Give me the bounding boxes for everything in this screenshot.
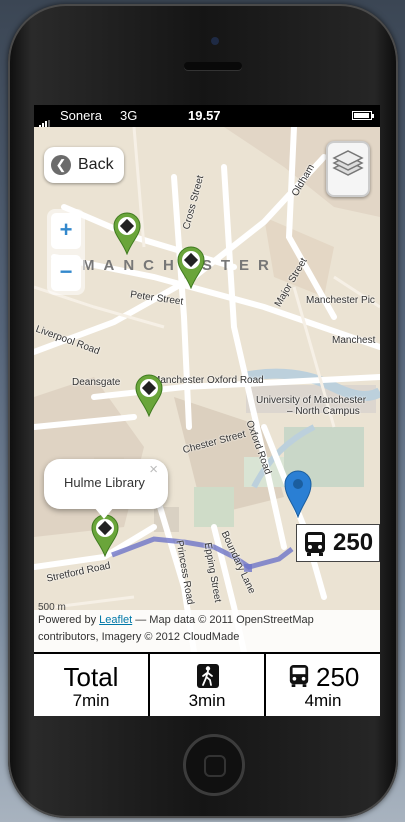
- earpiece-speaker: [184, 62, 242, 70]
- network-type: 3G: [120, 108, 138, 123]
- back-label: Back: [78, 156, 114, 173]
- home-square-icon: [204, 755, 226, 777]
- bus-stop-badge[interactable]: 250: [296, 524, 380, 562]
- zoom-out-button[interactable]: −: [51, 255, 81, 291]
- popup-title: Hulme Library: [64, 475, 145, 490]
- layers-button[interactable]: [326, 141, 370, 197]
- walk-cell[interactable]: 3min: [150, 654, 266, 716]
- location-pin-icon[interactable]: [284, 470, 312, 518]
- total-cell[interactable]: Total 7min: [34, 654, 150, 716]
- front-camera: [211, 37, 219, 45]
- total-time: 7min: [72, 691, 110, 710]
- bus-icon: [305, 532, 325, 556]
- battery-icon: [352, 111, 372, 120]
- zoom-control: + −: [47, 209, 85, 295]
- signal-icon: [39, 113, 51, 128]
- bus-route-number: 250: [316, 662, 360, 692]
- leaflet-link[interactable]: Leaflet: [99, 614, 132, 626]
- walk-time: 3min: [188, 691, 226, 710]
- map-view[interactable]: MANCHESTER Oldham Cross Street Peter Str…: [34, 127, 380, 652]
- home-button[interactable]: [183, 734, 245, 796]
- bus-cell[interactable]: 250 4min: [266, 654, 380, 716]
- bus-time: 4min: [304, 691, 342, 710]
- walk-icon: [197, 664, 219, 688]
- place-pin-icon[interactable]: [176, 245, 206, 289]
- bus-icon: [289, 665, 309, 687]
- place-pin-icon[interactable]: [90, 513, 120, 557]
- place-popup[interactable]: Hulme Library ×: [44, 459, 168, 519]
- place-pin-icon[interactable]: [134, 373, 164, 417]
- bus-number: 250: [333, 529, 374, 556]
- zoom-in-button[interactable]: +: [51, 213, 81, 249]
- app-screen: Sonera 3G 19.57 Oldham Cross Street Pete…: [34, 105, 380, 716]
- carrier-name: Sonera: [60, 108, 102, 123]
- clock: 19.57: [188, 108, 221, 123]
- status-bar: Sonera 3G 19.57: [34, 105, 380, 128]
- layers-icon: [332, 150, 364, 176]
- map-attribution: Powered by Leaflet — Map data © 2011 Ope…: [34, 610, 380, 652]
- popup-close-button[interactable]: ×: [149, 461, 158, 478]
- back-arrow-icon: ❮: [51, 155, 71, 175]
- trip-summary: Total 7min 3min 250 4min: [34, 652, 380, 716]
- total-label: Total: [63, 662, 119, 692]
- place-pin-icon[interactable]: [112, 211, 142, 255]
- back-button[interactable]: ❮ Back: [44, 147, 124, 183]
